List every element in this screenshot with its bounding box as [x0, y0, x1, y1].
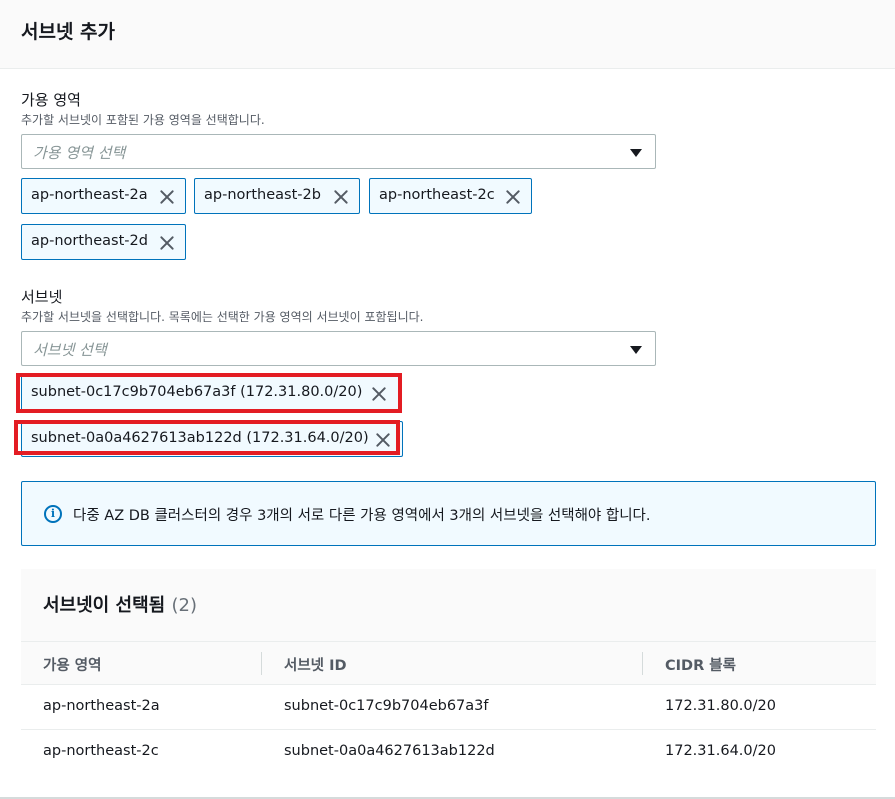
- column-header-cidr[interactable]: CIDR 블록: [665, 654, 736, 675]
- table-header: 서브넷이 선택됨 (2): [21, 569, 876, 641]
- az-token-label: ap-northeast-2c: [379, 187, 495, 203]
- caret-down-icon: [630, 346, 642, 354]
- subnet-description: 추가할 서브넷을 선택합니다. 목록에는 선택한 가용 영역의 서브넷이 포함됩…: [21, 310, 424, 324]
- subnet-token-label: subnet-0a0a4627613ab122d (172.31.64.0/20…: [31, 430, 369, 446]
- subnet-select-placeholder: 서브넷 선택: [33, 341, 107, 359]
- column-divider: [642, 652, 643, 675]
- az-token: ap-northeast-2a: [21, 178, 186, 214]
- table-count: (2): [171, 595, 197, 616]
- az-token: ap-northeast-2b: [194, 178, 360, 214]
- remove-icon[interactable]: [371, 386, 387, 402]
- info-icon: i: [44, 505, 62, 523]
- column-header-az[interactable]: 가용 영역: [43, 654, 101, 675]
- az-select-placeholder: 가용 영역 선택: [33, 144, 126, 162]
- az-label: 가용 영역: [21, 91, 81, 109]
- cell-az: ap-northeast-2a: [43, 698, 160, 714]
- az-token: ap-northeast-2d: [21, 224, 186, 260]
- column-divider: [261, 652, 262, 675]
- remove-icon[interactable]: [159, 189, 175, 205]
- subnet-token: subnet-0a0a4627613ab122d (172.31.64.0/20…: [21, 421, 403, 457]
- selected-subnets-table: 서브넷이 선택됨 (2) 가용 영역 서브넷 ID CIDR 블록 ap-nor…: [21, 569, 876, 799]
- remove-icon[interactable]: [159, 235, 175, 251]
- table-title: 서브넷이 선택됨 (2): [43, 591, 197, 617]
- subnet-token: subnet-0c17c9b704eb67a3f (172.31.80.0/20…: [21, 375, 399, 411]
- alert-text: 다중 AZ DB 클러스터의 경우 3개의 서로 다른 가용 영역에서 3개의 …: [73, 508, 651, 524]
- caret-down-icon: [630, 149, 642, 157]
- cell-cidr: 172.31.64.0/20: [665, 743, 776, 759]
- table-row: ap-northeast-2a subnet-0c17c9b704eb67a3f…: [21, 685, 876, 730]
- az-select[interactable]: 가용 영역 선택: [21, 134, 656, 169]
- subnet-label: 서브넷: [21, 288, 63, 306]
- subnet-token-label: subnet-0c17c9b704eb67a3f (172.31.80.0/20…: [31, 384, 363, 400]
- info-alert: i 다중 AZ DB 클러스터의 경우 3개의 서로 다른 가용 영역에서 3개…: [21, 481, 876, 546]
- remove-icon[interactable]: [333, 189, 349, 205]
- cell-subnet-id: subnet-0c17c9b704eb67a3f: [284, 698, 489, 714]
- subnet-select[interactable]: 서브넷 선택: [21, 331, 656, 366]
- az-token-label: ap-northeast-2b: [204, 187, 321, 203]
- az-token: ap-northeast-2c: [369, 178, 532, 214]
- az-token-label: ap-northeast-2d: [31, 233, 148, 249]
- column-header-subnet-id[interactable]: 서브넷 ID: [284, 654, 347, 675]
- cell-cidr: 172.31.80.0/20: [665, 698, 776, 714]
- modal-title: 서브넷 추가: [21, 21, 116, 43]
- table-row: ap-northeast-2c subnet-0a0a4627613ab122d…: [21, 730, 876, 775]
- remove-icon[interactable]: [505, 189, 521, 205]
- cell-az: ap-northeast-2c: [43, 743, 159, 759]
- modal-header: 서브넷 추가: [0, 0, 895, 69]
- az-token-label: ap-northeast-2a: [31, 187, 148, 203]
- remove-icon[interactable]: [375, 432, 391, 448]
- table-title-text: 서브넷이 선택됨: [43, 595, 166, 616]
- az-description: 추가할 서브넷이 포함된 가용 영역을 선택합니다.: [21, 113, 265, 127]
- cell-subnet-id: subnet-0a0a4627613ab122d: [284, 743, 495, 759]
- table-column-headers: 가용 영역 서브넷 ID CIDR 블록: [21, 641, 876, 685]
